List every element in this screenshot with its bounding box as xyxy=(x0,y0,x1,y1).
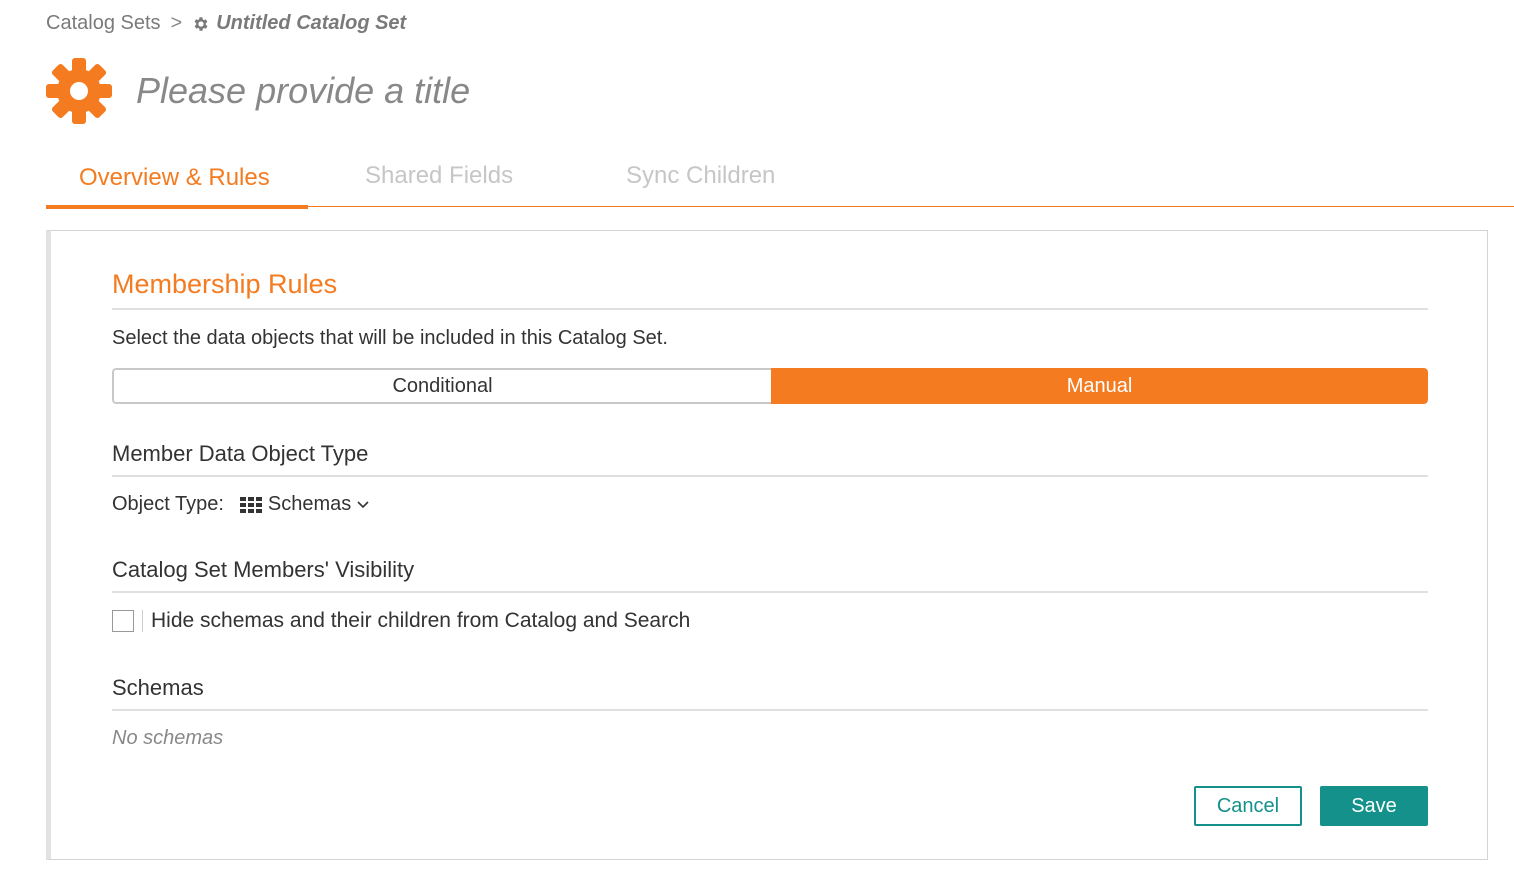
chevron-down-icon xyxy=(357,500,369,508)
page-title-input[interactable]: Please provide a title xyxy=(136,70,470,112)
manual-mode-button[interactable]: Manual xyxy=(771,368,1428,404)
conditional-mode-button[interactable]: Conditional xyxy=(112,368,771,404)
active-tab-indicator xyxy=(46,205,308,209)
object-type-label: Object Type: xyxy=(112,493,224,515)
cancel-button[interactable]: Cancel xyxy=(1194,786,1302,826)
gear-icon xyxy=(194,16,208,31)
save-button[interactable]: Save xyxy=(1320,786,1428,826)
breadcrumb-separator: > xyxy=(170,12,183,34)
breadcrumb-catalog-sets-link[interactable]: Catalog Sets xyxy=(46,12,161,35)
tab-bar: Overview & Rules Shared Fields Sync Chil… xyxy=(46,150,1514,209)
breadcrumb-current: Untitled Catalog Set xyxy=(192,12,406,35)
hide-schemas-checkbox[interactable] xyxy=(112,610,134,632)
checkbox-divider xyxy=(142,610,143,632)
grid-icon xyxy=(239,496,262,513)
membership-mode-toggle: Conditional Manual xyxy=(112,368,1428,404)
visibility-heading: Catalog Set Members' Visibility xyxy=(112,557,1428,593)
membership-rules-heading: Membership Rules xyxy=(112,269,1428,310)
hide-schemas-label: Hide schemas and their children from Cat… xyxy=(151,609,691,632)
schemas-heading: Schemas xyxy=(112,675,1428,711)
tab-overview-rules[interactable]: Overview & Rules xyxy=(79,164,270,192)
tab-sync-children[interactable]: Sync Children xyxy=(626,162,775,190)
object-type-dropdown[interactable]: Schemas xyxy=(239,493,369,516)
hide-schemas-row: Hide schemas and their children from Cat… xyxy=(112,609,690,633)
gear-icon xyxy=(46,58,112,124)
main-panel: Membership Rules Select the data objects… xyxy=(46,230,1488,860)
object-type-value: Schemas xyxy=(267,493,352,515)
tab-shared-fields[interactable]: Shared Fields xyxy=(365,162,513,190)
breadcrumb: Catalog Sets > Untitled Catalog Set xyxy=(46,12,406,35)
object-type-row: Object Type: Schemas xyxy=(112,493,369,516)
title-row: Please provide a title xyxy=(46,58,470,124)
membership-description: Select the data objects that will be inc… xyxy=(112,327,668,349)
breadcrumb-current-label: Untitled Catalog Set xyxy=(216,12,407,34)
member-data-object-type-heading: Member Data Object Type xyxy=(112,441,1428,477)
schemas-empty-text: No schemas xyxy=(112,727,224,749)
